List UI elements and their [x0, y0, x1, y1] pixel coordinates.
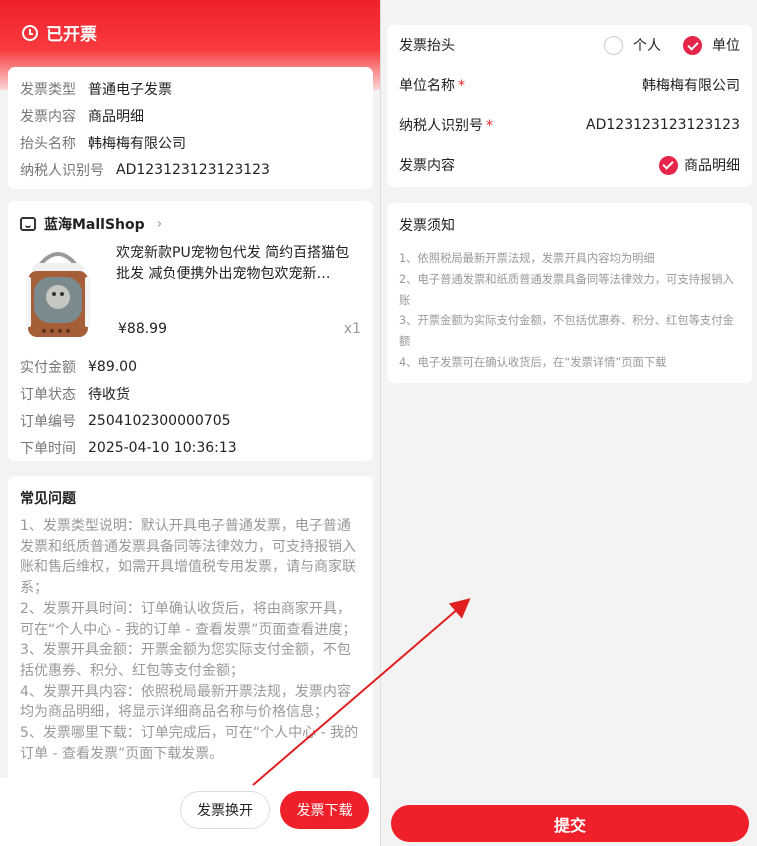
info-label: 发票内容 [20, 108, 76, 125]
faq-item: 3、发票开具金额：开票金额为您实际支付金额，不包括优惠券、积分、红包等支付金额； [20, 642, 351, 679]
info-label: 抬头名称 [20, 135, 76, 152]
faq-item: 4、发票开具内容：依照税局最新开票法规，发票内容均为商品明细，将显示详细商品名称… [20, 683, 351, 721]
radio-unchecked-icon [604, 35, 623, 55]
radio-label: 单位 [712, 38, 740, 54]
notice-item: 4、电子发票可在确认收货后，在“发票详情”页面下载 [399, 355, 667, 369]
shop-link[interactable]: 蓝海MallShop › [20, 213, 361, 235]
header-type-radio-group: 个人 单位 [582, 35, 740, 55]
required-mark: * [486, 118, 493, 134]
notice-card: 发票须知 1、依照税局最新开票法规，发票开具内容均为明细 2、电子普通发票和纸质… [387, 203, 752, 383]
invoice-content-row: 发票内容 商品明细 [399, 145, 740, 185]
radio-company[interactable]: 单位 [683, 35, 740, 55]
taxpayer-id-field[interactable]: AD123123123123123 [586, 117, 740, 133]
submit-button[interactable]: 提交 [391, 805, 749, 842]
notice-item: 1、依照税局最新开票法规，发票开具内容均为明细 [399, 252, 655, 265]
download-invoice-button[interactable]: 发票下载 [280, 791, 369, 829]
screen: 已开票 发票类型 普通电子发票 发票内容 商品明细 抬头名称 韩梅梅有限公司 纳税人识… [0, 0, 757, 846]
invoice-form-panel: 发票抬头 个人 单位 单位名称 * 韩梅梅有限公司 纳税人识别号 * AD123… [381, 0, 757, 846]
required-mark: * [458, 78, 465, 94]
invoice-content-option[interactable]: 商品明细 [659, 155, 740, 175]
notice-item: 2、电子普通发票和纸质普通发票具备同等法律效力，可支持报销入账 [399, 272, 734, 307]
shop-icon [20, 217, 36, 231]
radio-checked-icon [683, 35, 702, 55]
shop-name: 蓝海MallShop [44, 217, 145, 233]
order-card: 蓝海MallShop › 欢宠新款PU宠物包代发 简约百搭猫包批发 减负便携外出… [8, 201, 373, 461]
top-strip [381, 0, 757, 8]
order-value: 2025-04-10 10:36:13 [88, 439, 237, 456]
invoice-info-card: 发票类型 普通电子发票 发票内容 商品明细 抬头名称 韩梅梅有限公司 纳税人识别号 AD… [8, 67, 373, 189]
taxpayer-id-row: 纳税人识别号 * AD123123123123123 [399, 105, 740, 145]
company-name-field[interactable]: 韩梅梅有限公司 [642, 75, 740, 95]
order-row: 订单状态 待收货 [20, 380, 361, 407]
info-label: 纳税人识别号 [20, 162, 104, 179]
notice-title: 发票须知 [399, 218, 455, 234]
order-label: 订单状态 [20, 386, 76, 403]
label-text: 纳税人识别号 [399, 118, 483, 134]
status-title: 已开票 [46, 25, 97, 45]
clock-icon [22, 24, 38, 41]
check-circle-icon [659, 155, 678, 175]
radio-label: 个人 [633, 38, 661, 54]
company-name-label: 单位名称 * [399, 75, 465, 95]
notice-item: 3、开票金额为实际支付金额，不包括优惠券、积分、红包等支付金额 [399, 314, 734, 349]
status-row: 已开票 [22, 20, 97, 45]
product-image [20, 247, 96, 342]
info-value: AD123123123123123 [116, 161, 270, 178]
product-quantity: x1 [343, 321, 361, 337]
order-label: 订单编号 [20, 413, 76, 430]
invoice-form-card: 发票抬头 个人 单位 单位名称 * 韩梅梅有限公司 纳税人识别号 * AD123… [387, 25, 752, 187]
order-row: 订单编号 2504102300000705 [20, 407, 361, 434]
order-value: 待收货 [88, 386, 130, 403]
product-price: ¥88.99 [118, 321, 167, 337]
info-row: 抬头名称 韩梅梅有限公司 [20, 129, 361, 156]
chevron-right-icon: › [156, 216, 163, 232]
order-label: 下单时间 [20, 440, 76, 457]
info-row: 发票类型 普通电子发票 [20, 75, 361, 102]
info-value: 韩梅梅有限公司 [88, 135, 186, 152]
info-row: 发票内容 商品明细 [20, 102, 361, 129]
label-text: 单位名称 [399, 78, 455, 94]
order-label: 实付金额 [20, 359, 76, 376]
order-value: ¥89.00 [88, 358, 137, 375]
faq-item: 5、发票哪里下载：订单完成后，可在“个人中心 - 我的订单 - 查看发票”页面下… [20, 725, 359, 762]
faq-item: 2、发票开具时间：订单确认收货后，将由商家开具，可在“个人中心 - 我的订单 -… [20, 600, 357, 638]
invoice-content-label: 发票内容 [399, 158, 455, 174]
order-row: 实付金额 ¥89.00 [20, 353, 361, 380]
order-value: 2504102300000705 [88, 412, 231, 429]
info-row: 纳税人识别号 AD123123123123123 [20, 156, 361, 183]
info-value: 普通电子发票 [88, 81, 172, 98]
faq-item: 1、发票类型说明：默认开具电子普通发票，电子普通发票和纸质普通发票具备同等法律效… [20, 518, 356, 597]
product-item[interactable]: 欢宠新款PU宠物包代发 简约百搭猫包批发 减负便携外出宠物包欢宠新… ¥88.9… [20, 243, 361, 353]
reissue-invoice-button[interactable]: 发票换开 [180, 791, 270, 829]
content-option-label: 商品明细 [684, 158, 740, 174]
bottom-action-bar: 发票换开 发票下载 [0, 778, 380, 846]
faq-title: 常见问题 [20, 491, 76, 507]
taxpayer-id-label: 纳税人识别号 * [399, 115, 493, 135]
product-title: 欢宠新款PU宠物包代发 简约百搭猫包批发 减负便携外出宠物包欢宠新… [116, 245, 350, 282]
company-name-row: 单位名称 * 韩梅梅有限公司 [399, 65, 740, 105]
info-label: 发票类型 [20, 81, 76, 98]
product-info: 欢宠新款PU宠物包代发 简约百搭猫包批发 减负便携外出宠物包欢宠新… ¥88.9… [116, 243, 361, 353]
order-row: 下单时间 2025-04-10 10:36:13 [20, 434, 361, 461]
info-value: 商品明细 [88, 108, 144, 125]
header-type-row: 发票抬头 个人 单位 [399, 25, 740, 65]
header-type-label: 发票抬头 [399, 38, 455, 54]
invoice-detail-panel: 已开票 发票类型 普通电子发票 发票内容 商品明细 抬头名称 韩梅梅有限公司 纳税人识… [0, 0, 380, 846]
radio-personal[interactable]: 个人 [604, 35, 661, 55]
